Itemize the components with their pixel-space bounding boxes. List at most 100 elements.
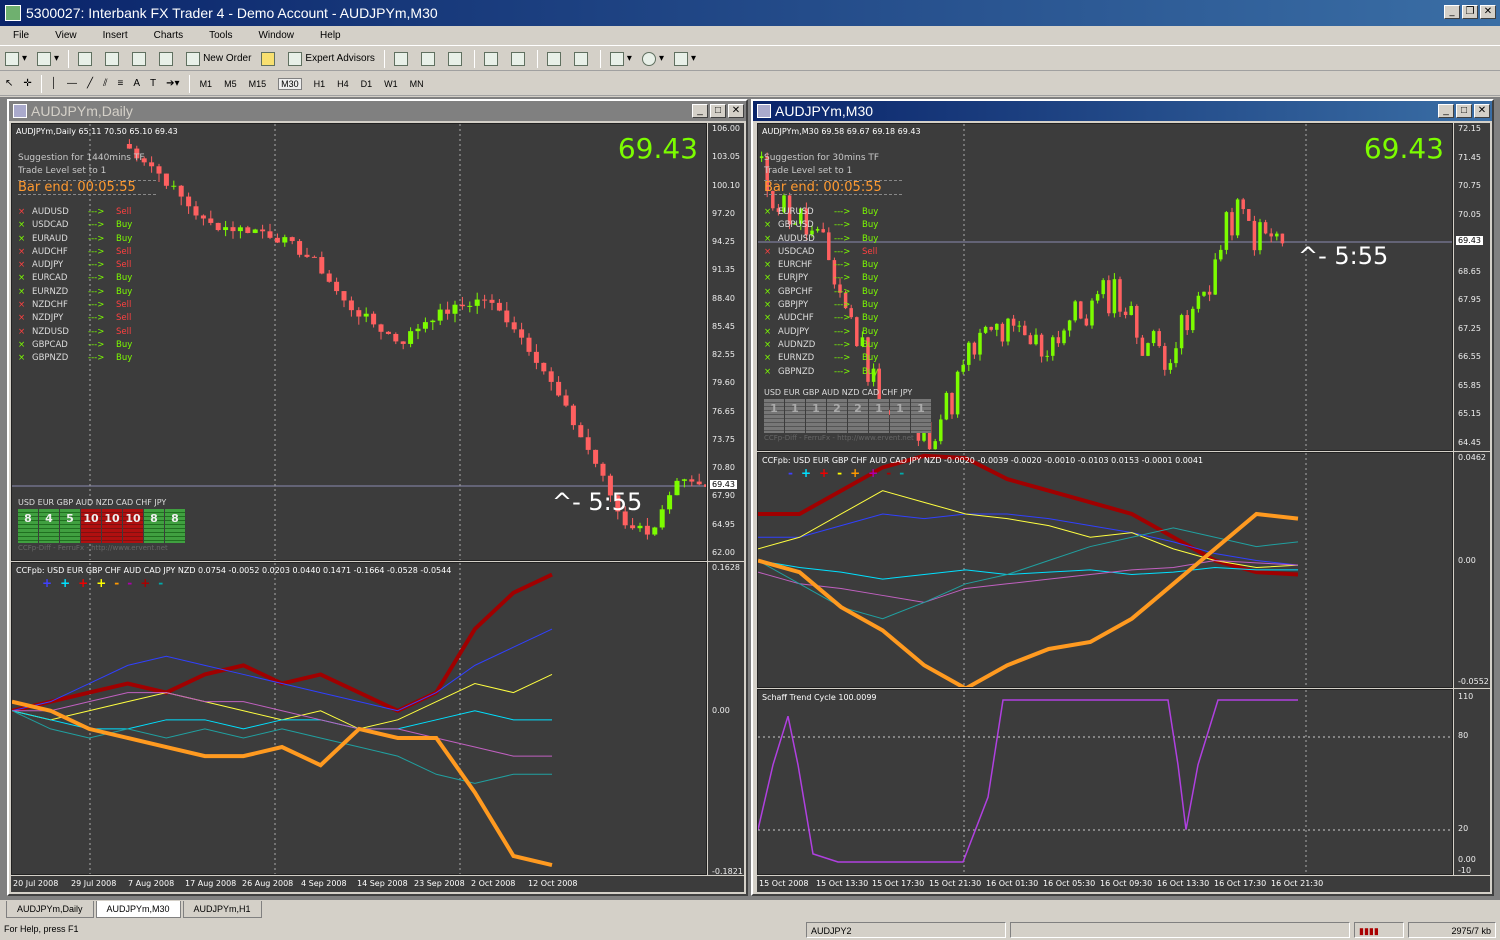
candle-body — [519, 329, 525, 338]
expert-advisors-label: Expert Advisors — [305, 53, 375, 64]
vertical-line-tool[interactable]: │ — [49, 74, 59, 94]
chart-window-daily[interactable]: AUDJPYm,Daily _ □ ✕ AUDJPYm,Daily 65.11 … — [7, 99, 748, 896]
zoom-out-button[interactable] — [509, 49, 530, 69]
crosshair-tool[interactable]: ✛ — [21, 74, 33, 94]
line-chart-button[interactable] — [446, 49, 467, 69]
market-watch-button[interactable] — [76, 49, 97, 69]
signal-arrow: ---> — [88, 326, 105, 337]
templates-button[interactable]: ▾ — [672, 49, 698, 69]
timeframe-m15[interactable]: M15 — [249, 79, 267, 89]
channel-tool[interactable]: ⫽ — [101, 74, 109, 94]
candle-body — [422, 322, 428, 329]
zoom-in-button[interactable] — [482, 49, 503, 69]
chart-window-titlebar[interactable]: AUDJPYm,M30 _ □ ✕ — [753, 101, 1492, 121]
cursor-tool[interactable]: ↖ — [3, 74, 15, 94]
timeframe-mn[interactable]: MN — [410, 79, 424, 89]
timeframe-m1[interactable]: M1 — [200, 79, 213, 89]
candle-body — [319, 257, 325, 274]
terminal-button[interactable] — [130, 49, 151, 69]
candlestick-button[interactable] — [419, 49, 440, 69]
chart-minimize-button[interactable]: _ — [692, 104, 708, 118]
chart-close-button[interactable]: ✕ — [728, 104, 744, 118]
menu-file[interactable]: File — [13, 30, 29, 41]
text-tool[interactable]: A — [131, 74, 142, 94]
signal-marker-icon: × — [18, 207, 26, 217]
fibonacci-tool[interactable]: ≡ — [116, 74, 126, 94]
signal-arrow: ---> — [88, 286, 105, 297]
timeframe-d1[interactable]: D1 — [361, 79, 373, 89]
expert-advisors-button[interactable]: Expert Advisors — [286, 49, 376, 69]
stc-line — [758, 699, 1298, 863]
new-order-button[interactable]: New Order — [184, 49, 253, 69]
schaff-trend-pane[interactable]: Schaff Trend Cycle 100.0099 — [757, 689, 1453, 875]
candle-body — [326, 273, 332, 282]
main-price-pane[interactable]: AUDJPYm,M30 69.58 69.67 69.18 69.43 69.4… — [757, 123, 1453, 451]
candle-body — [696, 481, 702, 485]
candle-body — [200, 215, 206, 219]
profiles-button[interactable]: ▾ — [35, 49, 61, 69]
chart-close-button[interactable]: ✕ — [1474, 104, 1490, 118]
timeframe-m30[interactable]: M30 — [278, 77, 302, 90]
tab-audjpy-daily[interactable]: AUDJPYm,Daily — [6, 901, 94, 918]
ccfpb-indicator-pane[interactable]: CCFpb: USD EUR GBP CHF AUD CAD JPY NZD -… — [757, 452, 1453, 688]
metaeditor-icon — [261, 51, 276, 66]
signal-marker-icon: × — [764, 326, 772, 337]
periods-button[interactable]: ▾ — [640, 49, 666, 69]
autoscroll-button[interactable] — [545, 49, 566, 69]
menu-view[interactable]: View — [55, 30, 77, 41]
window-titlebar[interactable]: 5300027: Interbank FX Trader 4 - Demo Ac… — [0, 0, 1500, 26]
chart-maximize-button[interactable]: □ — [1456, 104, 1472, 118]
tester-button[interactable] — [157, 49, 178, 69]
text-label-tool[interactable]: T — [148, 74, 158, 94]
menu-tools[interactable]: Tools — [209, 30, 232, 41]
menu-charts[interactable]: Charts — [154, 30, 183, 41]
menu-window[interactable]: Window — [258, 30, 294, 41]
menu-help[interactable]: Help — [320, 30, 341, 41]
candle-body — [297, 241, 303, 255]
new-chart-button[interactable]: ▾ — [3, 49, 29, 69]
chart-window-m30[interactable]: AUDJPYm,M30 _ □ ✕ AUDJPYm,M30 69.58 69.6… — [751, 99, 1494, 896]
pair-signal-row: × USDCAD ---> Buy — [18, 219, 144, 232]
candle-body — [452, 304, 458, 314]
ccfpb-indicator-pane[interactable]: CCFpb: USD EUR GBP CHF AUD CAD JPY NZD 0… — [11, 562, 707, 875]
indicators-button[interactable]: ▾ — [608, 49, 634, 69]
chart-header: AUDJPYm,Daily 65.11 70.50 65.10 69.43 — [16, 127, 178, 136]
chart-window-titlebar[interactable]: AUDJPYm,Daily _ □ ✕ — [9, 101, 746, 121]
signal-action: Buy — [116, 353, 133, 364]
bar-chart-button[interactable] — [392, 49, 413, 69]
horizontal-line-tool[interactable]: — — [65, 74, 79, 94]
minimize-button[interactable]: _ — [1444, 5, 1460, 19]
timeframe-h1[interactable]: H1 — [314, 79, 326, 89]
main-price-pane[interactable]: AUDJPYm,Daily 65.11 70.50 65.10 69.43 69… — [11, 123, 707, 561]
candle-body — [1039, 334, 1044, 357]
navigator-button[interactable] — [103, 49, 124, 69]
chart-maximize-button[interactable]: □ — [710, 104, 726, 118]
restore-button[interactable]: ❐ — [1462, 5, 1478, 19]
currency-meter-bars: 8 4 5 10 10 10 8 8 — [18, 509, 185, 543]
metaeditor-button[interactable] — [259, 49, 280, 69]
tab-audjpy-m30[interactable]: AUDJPYm,M30 — [95, 901, 181, 918]
currency-meter: USD EUR GBP AUD NZD CAD CHF JPY 11122111… — [764, 388, 931, 442]
timeframe-w1[interactable]: W1 — [384, 79, 398, 89]
pair-signal-row: × EURCAD ---> Buy — [18, 272, 144, 285]
signal-arrow: ---> — [88, 220, 105, 231]
candle-body — [659, 509, 665, 528]
signal-arrow: ---> — [88, 339, 105, 350]
candle-body — [1062, 330, 1066, 344]
timeframe-h4[interactable]: H4 — [337, 79, 349, 89]
arrows-tool[interactable]: ➔▾ — [164, 74, 181, 94]
timeframe-m5[interactable]: M5 — [224, 79, 237, 89]
candle-body — [489, 299, 495, 303]
time-axis-label: 15 Oct 2008 — [759, 879, 809, 888]
chart-minimize-button[interactable]: _ — [1438, 104, 1454, 118]
time-axis-label: 16 Oct 01:30 — [986, 879, 1039, 888]
chart-shift-button[interactable] — [572, 49, 593, 69]
candle-body — [156, 166, 162, 174]
signal-marker-icon: × — [18, 273, 26, 284]
tab-audjpy-h1[interactable]: AUDJPYm,H1 — [182, 901, 262, 918]
menu-insert[interactable]: Insert — [103, 30, 128, 41]
candle-body — [245, 227, 251, 233]
trendline-tool[interactable]: ╱ — [85, 74, 95, 94]
close-button[interactable]: ✕ — [1480, 5, 1496, 19]
candle-body — [363, 313, 369, 317]
